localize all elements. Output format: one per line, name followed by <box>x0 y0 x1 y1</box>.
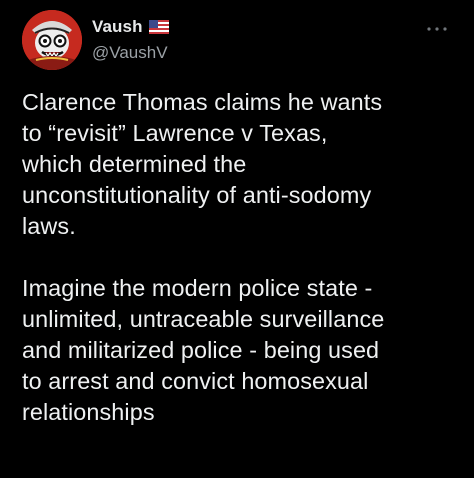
display-name-row: Vaush <box>92 15 169 39</box>
tweet-line: to arrest and convict homosexual <box>22 368 369 394</box>
tweet-line: laws. <box>22 213 76 239</box>
tweet-line: relationships <box>22 399 155 425</box>
tweet-line: to “revisit” Lawrence v Texas, <box>22 120 328 146</box>
tweet-line: unconstitutionality of anti-sodomy <box>22 182 372 208</box>
tweet-header: Vaush @VaushV <box>22 10 454 72</box>
tweet-line: and militarized police - being used <box>22 337 380 363</box>
tweet: Vaush @VaushV Clarence Thomas claims he … <box>0 0 474 478</box>
us-flag-icon <box>148 20 169 34</box>
tweet-line: Imagine the modern police state - <box>22 275 373 301</box>
avatar[interactable] <box>22 10 82 70</box>
ellipsis-icon[interactable] <box>426 20 448 31</box>
tweet-paragraph: Imagine the modern police state - unlimi… <box>22 273 462 428</box>
tweet-line: which determined the <box>22 151 247 177</box>
tweet-line: unlimited, untraceable surveillance <box>22 306 385 332</box>
author-names: Vaush @VaushV <box>92 15 169 63</box>
tweet-text: Clarence Thomas claims he wants to “revi… <box>22 87 462 428</box>
tweet-line: Clarence Thomas claims he wants <box>22 89 383 115</box>
cartoon-avatar-icon <box>22 10 82 70</box>
display-name[interactable]: Vaush <box>92 17 143 37</box>
handle[interactable]: @VaushV <box>92 43 169 63</box>
tweet-paragraph: Clarence Thomas claims he wants to “revi… <box>22 87 462 242</box>
